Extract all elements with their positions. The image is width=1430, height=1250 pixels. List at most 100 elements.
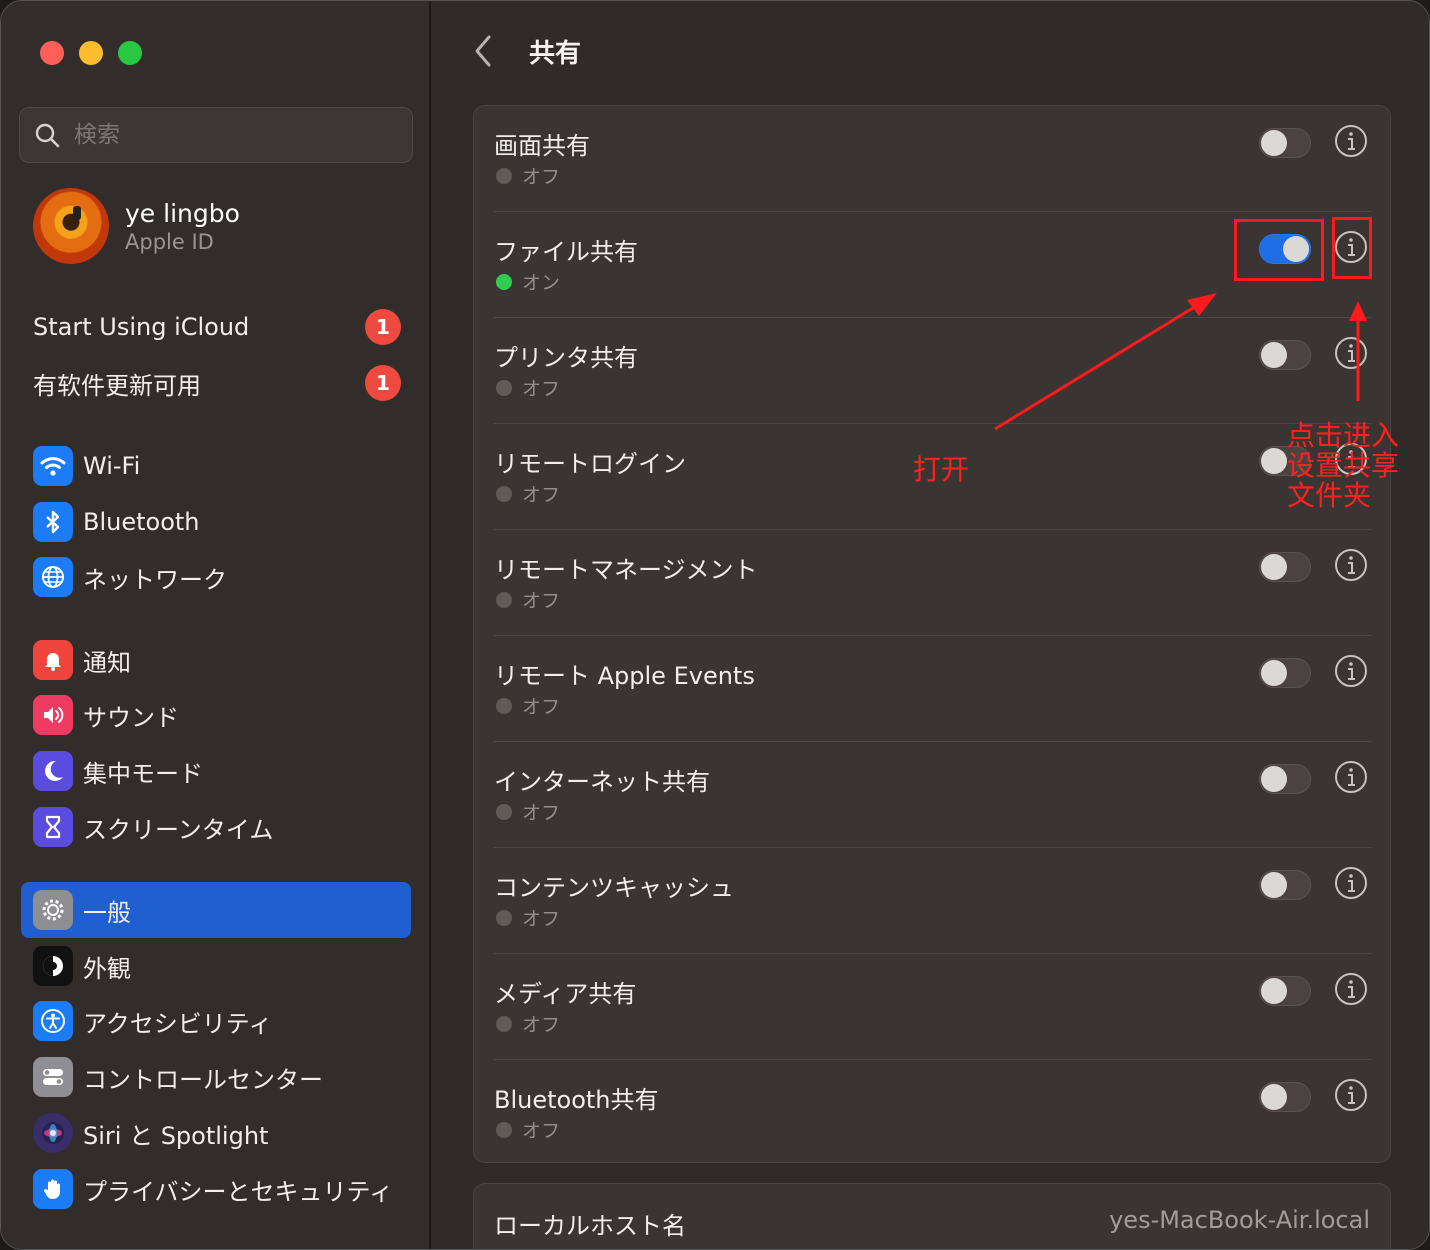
toggle-knob	[1261, 660, 1287, 686]
sidebar-item-label: 一般	[83, 898, 131, 927]
sharing-row-status: オフ	[496, 480, 560, 507]
page-title: 共有	[529, 38, 582, 69]
sidebar-item-screen-time[interactable]: スクリーンタイム	[21, 799, 411, 855]
info-icon[interactable]	[1334, 124, 1368, 158]
sharing-toggle[interactable]	[1259, 976, 1311, 1006]
sidebar-item-label: 集中モード	[83, 759, 203, 788]
notice-icloud[interactable]: Start Using iCloud 1	[33, 309, 401, 345]
sharing-row-title: リモートログイン	[494, 450, 686, 478]
back-button[interactable]	[473, 31, 501, 71]
sharing-row: Bluetooth共有 オフ	[494, 1060, 1372, 1166]
info-icon[interactable]	[1334, 336, 1368, 370]
sidebar-item-label: サウンド	[83, 703, 179, 732]
annotation-info-line: 文件夹	[1287, 479, 1372, 512]
local-hostname-row: ローカルホスト名 yes-MacBook-Air.local	[473, 1183, 1391, 1249]
toggle-knob	[1261, 1084, 1287, 1110]
sidebar-item-general[interactable]: 一般	[21, 882, 411, 938]
status-text: オン	[522, 272, 561, 294]
sidebar-item-wifi[interactable]: Wi-Fi	[21, 438, 411, 494]
sharing-row-status: オフ	[496, 1116, 560, 1143]
sharing-row: 画面共有 オフ	[494, 106, 1372, 212]
sidebar-item-notifications[interactable]: 通知	[21, 632, 411, 688]
sidebar-item-label: 外観	[83, 954, 131, 983]
sharing-row: コンテンツキャッシュ オフ	[494, 848, 1372, 954]
annotation-info: 点击进入 设置共享 文件夹	[1287, 421, 1399, 511]
speaker-icon	[33, 695, 73, 735]
sharing-toggle[interactable]	[1259, 658, 1311, 688]
sharing-toggle[interactable]	[1259, 764, 1311, 794]
notice-label: 有软件更新可用	[33, 371, 201, 400]
sidebar-item-focus[interactable]: 集中モード	[21, 743, 411, 799]
sharing-toggle[interactable]	[1259, 340, 1311, 370]
sharing-row-title: リモートマネージメント	[494, 556, 758, 584]
info-icon[interactable]	[1334, 866, 1368, 900]
sharing-row-status: オフ	[496, 374, 560, 401]
status-dot	[496, 1121, 512, 1138]
sidebar-item-control-center[interactable]: コントロールセンター	[21, 1049, 411, 1105]
zoom-window-button[interactable]	[118, 41, 142, 65]
minimize-window-button[interactable]	[79, 41, 103, 65]
siri-icon	[33, 1113, 73, 1153]
sharing-toggle[interactable]	[1259, 552, 1311, 582]
sidebar-item-siri-spotlight[interactable]: Siri と Spotlight	[21, 1105, 411, 1161]
info-icon[interactable]	[1334, 654, 1368, 688]
sharing-row-status: オフ	[496, 798, 560, 825]
notice-label: Start Using iCloud	[33, 313, 250, 341]
globe-icon	[33, 557, 73, 597]
sidebar-item-label: アクセシビリティ	[83, 1009, 273, 1038]
hourglass-icon	[33, 807, 73, 847]
status-text: オフ	[522, 590, 561, 612]
sidebar-item-sound[interactable]: サウンド	[21, 687, 411, 743]
status-dot	[496, 697, 512, 714]
sidebar-item-appearance[interactable]: 外観	[21, 938, 411, 994]
status-text: オフ	[522, 378, 561, 400]
highlight-file-sharing-toggle	[1234, 219, 1324, 281]
control-center-icon	[33, 1057, 73, 1097]
toggle-knob	[1261, 554, 1287, 580]
close-window-button[interactable]	[40, 41, 64, 65]
sidebar-item-label: コントロールセンター	[83, 1065, 323, 1094]
sharing-row-title: インターネット共有	[494, 768, 710, 796]
sharing-row: プリンタ共有オフ	[494, 318, 1372, 424]
status-dot	[496, 803, 512, 820]
annotation-info-line: 设置共享	[1287, 449, 1400, 482]
hand-icon	[33, 1169, 73, 1209]
sharing-toggle[interactable]	[1259, 128, 1311, 158]
sidebar-item-label: ネットワーク	[83, 565, 227, 594]
wifi-icon	[33, 446, 73, 486]
status-text: オフ	[522, 484, 561, 506]
search-input[interactable]	[74, 122, 374, 148]
toolbar: 共有	[473, 31, 581, 71]
toggle-knob	[1261, 448, 1287, 474]
annotation-open: 打开	[913, 453, 970, 486]
notice-software-update[interactable]: 有软件更新可用 1	[33, 365, 401, 401]
sidebar-item-network[interactable]: ネットワーク	[21, 549, 411, 605]
sharing-row-title: プリンタ共有	[494, 344, 638, 372]
sidebar-item-accessibility[interactable]: アクセシビリティ	[21, 993, 411, 1049]
sharing-row-status: オフ	[496, 692, 560, 719]
sidebar-item-bluetooth[interactable]: Bluetooth	[21, 494, 411, 550]
toggle-knob	[1261, 342, 1287, 368]
hostname-label: ローカルホスト名	[494, 1212, 686, 1240]
sharing-row-status: オフ	[496, 1010, 560, 1037]
notification-badge: 1	[365, 309, 401, 345]
sharing-row-status: オフ	[496, 162, 560, 189]
search-box[interactable]	[19, 107, 413, 163]
sharing-toggle[interactable]	[1259, 1082, 1311, 1112]
info-icon[interactable]	[1334, 760, 1368, 794]
info-icon[interactable]	[1334, 1078, 1368, 1112]
sharing-row-status: オフ	[496, 904, 560, 931]
sidebar-item-privacy-security[interactable]: プライバシーとセキュリティ	[21, 1161, 411, 1217]
sharing-row: リモート Apple Events オフ	[494, 636, 1372, 742]
apple-id-account[interactable]: ye lingbo Apple ID	[33, 188, 240, 264]
toggle-knob	[1261, 978, 1287, 1004]
bell-icon	[33, 640, 73, 680]
status-dot	[496, 485, 512, 502]
sharing-toggle[interactable]	[1259, 870, 1311, 900]
sharing-row: インターネット共有 オフ	[494, 742, 1372, 848]
status-text: オフ	[522, 1014, 561, 1036]
sharing-row: リモートマネージメントオフ	[494, 530, 1372, 636]
info-icon[interactable]	[1334, 972, 1368, 1006]
status-dot	[496, 167, 512, 184]
info-icon[interactable]	[1334, 548, 1368, 582]
